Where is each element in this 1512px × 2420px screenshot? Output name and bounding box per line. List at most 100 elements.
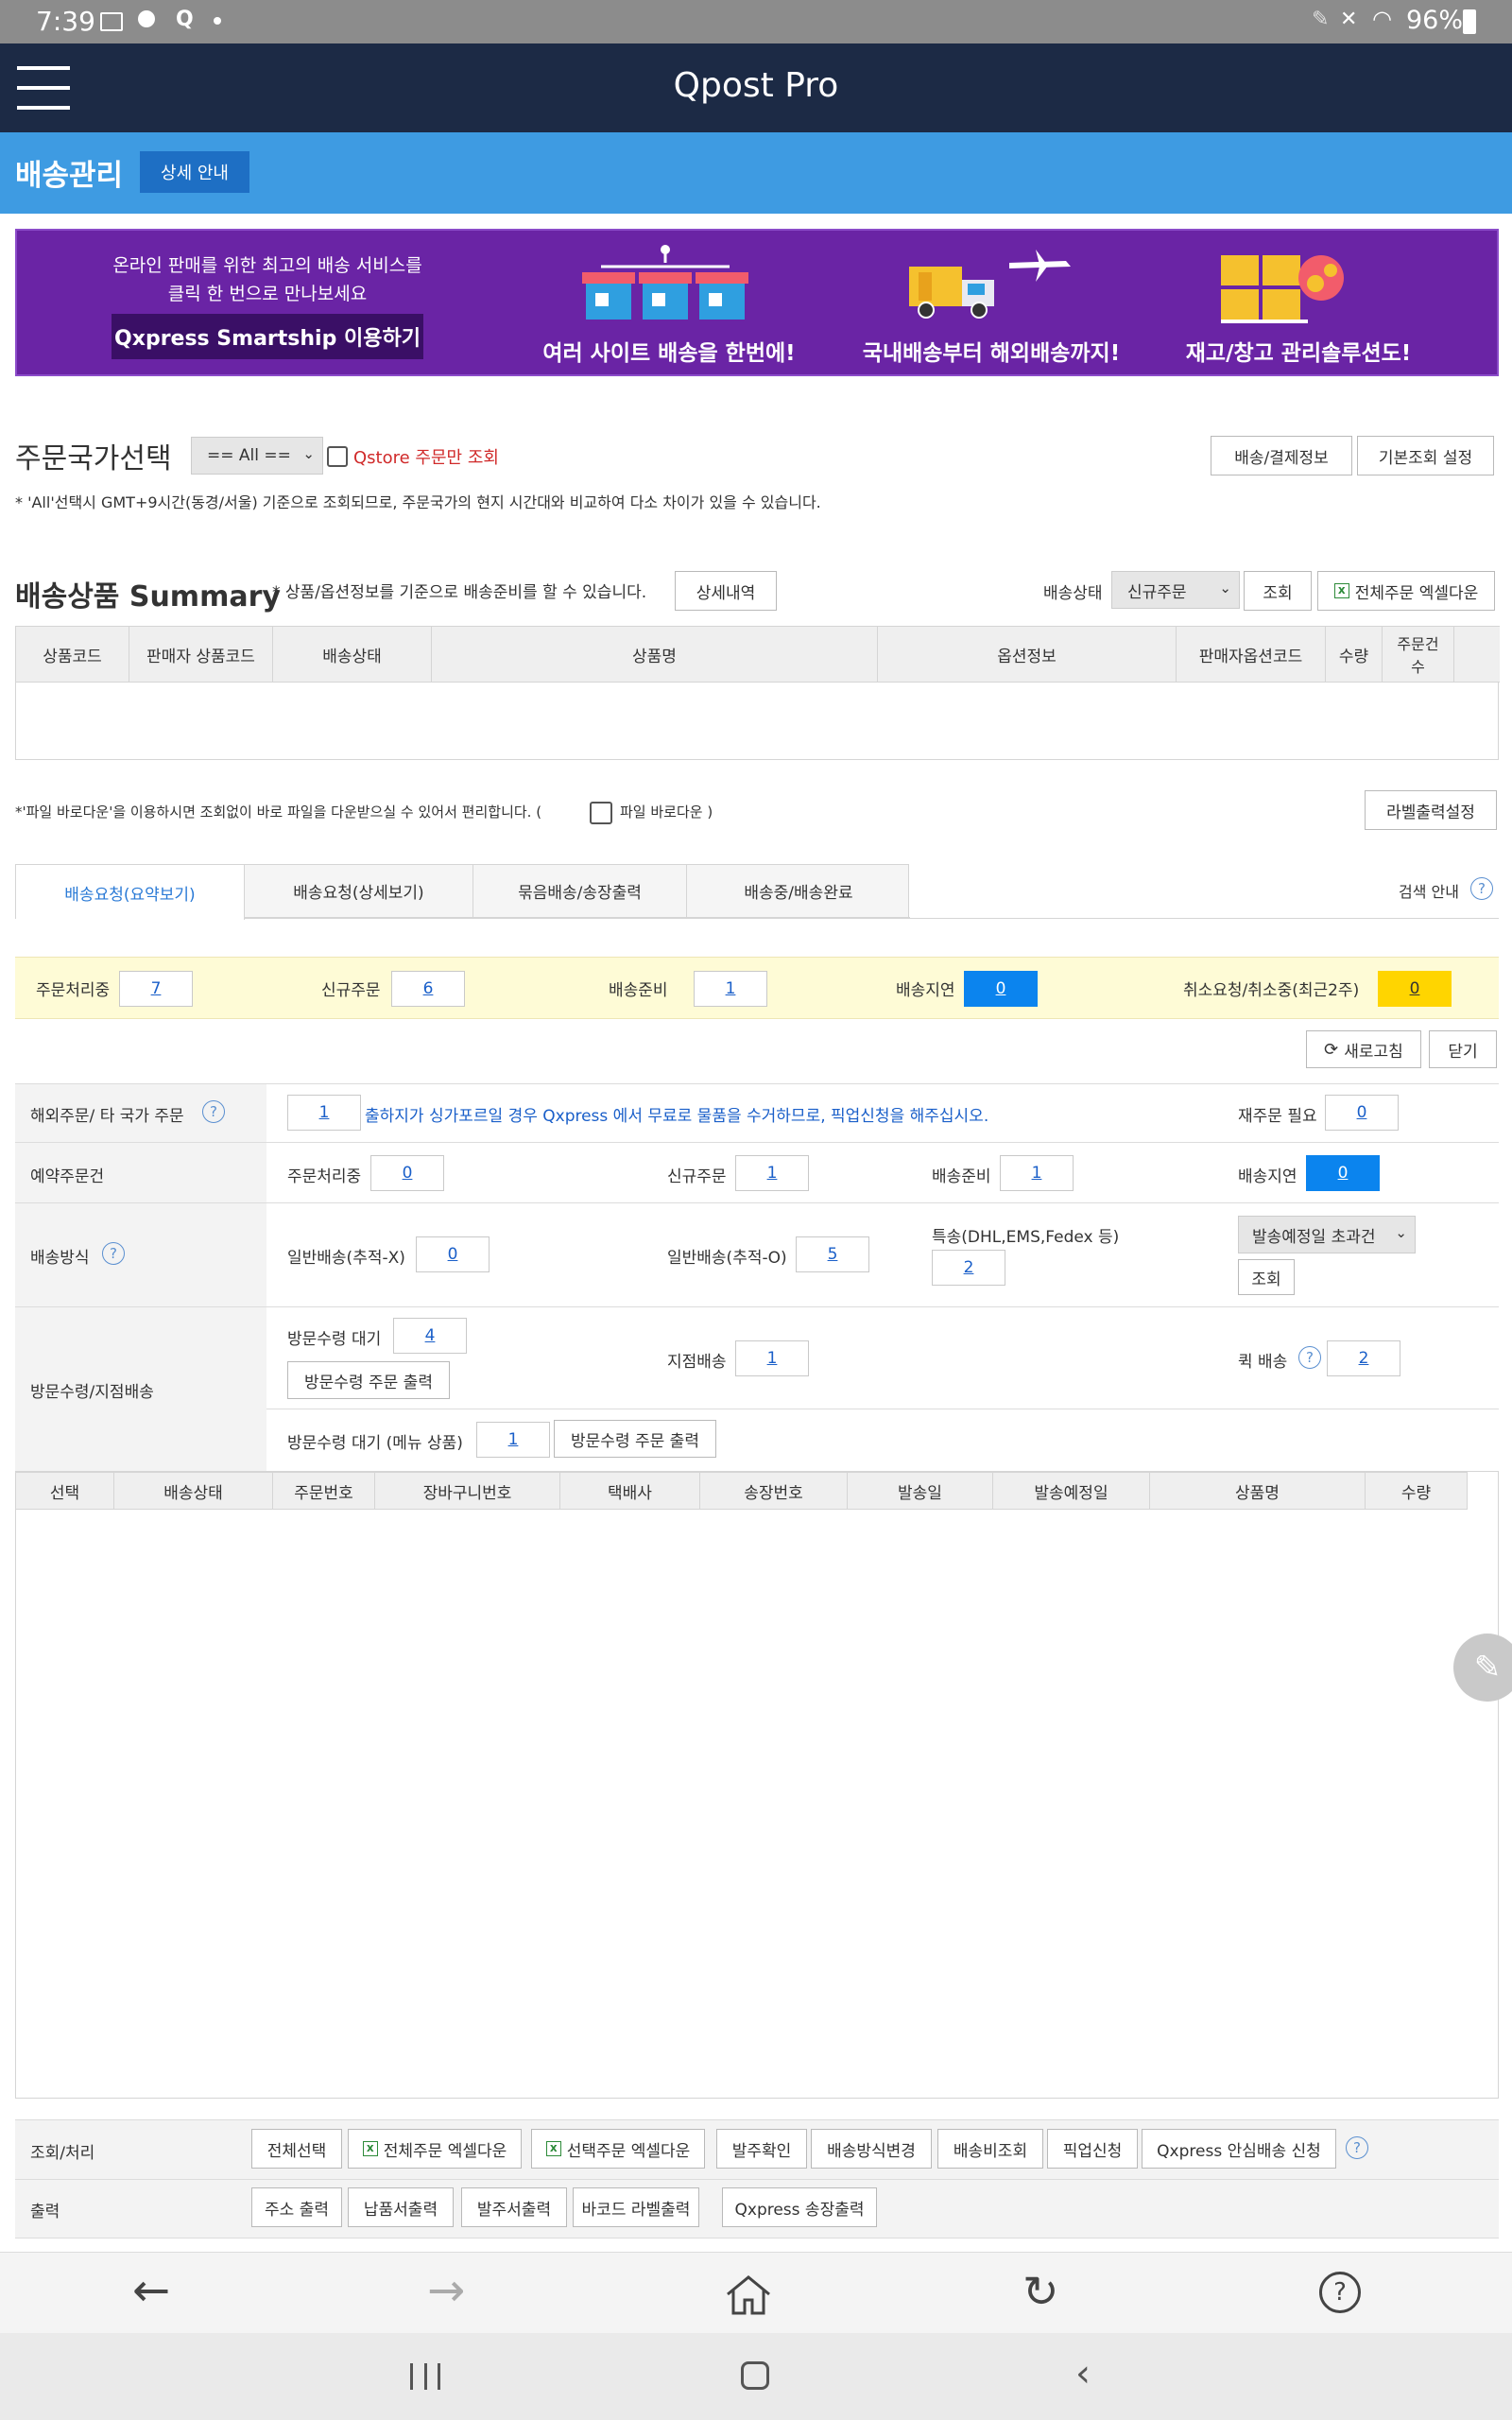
- reserved-ready-count[interactable]: 1: [1000, 1155, 1074, 1191]
- tab-request-detail[interactable]: 배송요청(상세보기): [245, 865, 473, 918]
- tab-request-summary[interactable]: 배송요청(요약보기): [16, 865, 245, 920]
- country-title: 주문국가선택: [15, 442, 172, 475]
- qxpress-invoice-print-button[interactable]: Qxpress 송장출력: [722, 2187, 877, 2227]
- tab-bar: 배송요청(요약보기) 배송요청(상세보기) 묶음배송/송장출력 배송중/배송완료: [15, 864, 910, 920]
- summary-status-select[interactable]: 신규주문 ⌄: [1111, 571, 1240, 609]
- back-arrow-icon[interactable]: ←: [132, 2264, 170, 2317]
- image-icon: [100, 12, 123, 31]
- new-label: 신규주문: [321, 981, 381, 1000]
- home-button-icon[interactable]: [741, 2361, 769, 2390]
- menu-wait-label: 방문수령 대기 (메뉴 상품): [287, 1434, 463, 1453]
- app-title: Qpost Pro: [673, 66, 839, 105]
- help-icon[interactable]: ?: [1346, 2136, 1368, 2159]
- warehouse-icon: [1217, 250, 1359, 325]
- select-all-button[interactable]: 전체선택: [251, 2129, 342, 2169]
- change-method-button[interactable]: 배송방식변경: [811, 2129, 932, 2169]
- reserved-new-label: 신규주문: [667, 1167, 727, 1186]
- status-time: 7:39: [36, 6, 95, 37]
- counts-bar: 주문처리중 7 신규주문 6 배송준비 1 배송지연 0 취소요청/취소중(최근…: [15, 957, 1499, 1019]
- summary-excel-button[interactable]: x 전체주문 엑셀다운: [1317, 571, 1495, 611]
- visit-print-button-2[interactable]: 방문수령 주문 출력: [554, 1420, 716, 1458]
- close-button[interactable]: 닫기: [1429, 1030, 1497, 1068]
- help-icon[interactable]: ?: [1298, 1346, 1321, 1369]
- reserved-new-count[interactable]: 1: [735, 1155, 809, 1191]
- file-download-checkbox[interactable]: [590, 802, 612, 824]
- branch-count[interactable]: 1: [735, 1340, 809, 1376]
- due-date-select[interactable]: 발송예정일 초과건 ⌄: [1238, 1216, 1416, 1253]
- special-count[interactable]: 2: [932, 1250, 1005, 1286]
- order-list: 선택 배송상태 주문번호 장바구니번호 택배사 송장번호 발송일 발송예정일 상…: [15, 1471, 1499, 2099]
- order-confirm-button[interactable]: 발주확인: [716, 2129, 807, 2169]
- tab-shipping-done[interactable]: 배송중/배송완료: [687, 865, 910, 918]
- default-search-settings-button[interactable]: 기본조회 설정: [1357, 436, 1494, 475]
- branch-label: 지점배송: [667, 1353, 727, 1372]
- safe-delivery-button[interactable]: Qxpress 안심배송 신청: [1142, 2129, 1336, 2169]
- barcode-label-print-button[interactable]: 바코드 라벨출력: [573, 2187, 699, 2227]
- edit-fab[interactable]: ✎: [1453, 1634, 1512, 1702]
- selected-orders-excel-button[interactable]: x 선택주문 엑셀다운: [531, 2129, 705, 2169]
- reserved-processing-count[interactable]: 0: [370, 1155, 444, 1191]
- purchase-order-print-button[interactable]: 발주서출력: [461, 2187, 567, 2227]
- normal-o-count[interactable]: 5: [796, 1236, 869, 1272]
- normal-x-count[interactable]: 0: [416, 1236, 490, 1272]
- reorder-count[interactable]: 0: [1325, 1095, 1399, 1131]
- col-seller-code: 판매자 상품코드: [129, 627, 273, 682]
- refresh-button[interactable]: ⟳ 새로고침: [1306, 1030, 1421, 1068]
- reserved-ready-label: 배송준비: [932, 1167, 991, 1186]
- due-search-button[interactable]: 조회: [1238, 1259, 1295, 1295]
- help-icon[interactable]: ?: [202, 1100, 225, 1123]
- overseas-count[interactable]: 1: [287, 1095, 361, 1131]
- special-label: 특송(DHL,EMS,Fedex 등): [932, 1228, 1120, 1247]
- banner-cta-button[interactable]: Qxpress Smartship 이용하기: [112, 314, 423, 359]
- detail-guide-button[interactable]: 상세 안내: [140, 151, 249, 193]
- ready-label: 배송준비: [609, 981, 668, 1000]
- banner-feature-3: 재고/창고 관리솔루션도!: [1185, 341, 1412, 366]
- delivery-note-print-button[interactable]: 납품서출력: [348, 2187, 454, 2227]
- process-label: 조회/처리: [30, 2144, 95, 2163]
- recent-apps-icon[interactable]: [410, 2363, 440, 2390]
- quick-count[interactable]: 2: [1327, 1340, 1400, 1376]
- visit-print-button[interactable]: 방문수령 주문 출력: [287, 1361, 450, 1399]
- summary-search-button[interactable]: 조회: [1244, 571, 1312, 611]
- reload-icon[interactable]: ↻: [1022, 2266, 1059, 2317]
- home-icon[interactable]: [724, 2273, 773, 2315]
- ready-count[interactable]: 1: [694, 971, 767, 1007]
- help-icon[interactable]: ?: [1470, 877, 1493, 900]
- col-cart-no: 장바구니번호: [375, 1473, 560, 1509]
- menu-wait-count[interactable]: 1: [476, 1422, 550, 1458]
- summary-table-header: 상품코드 판매자 상품코드 배송상태 상품명 옵션정보 판매자옵션코드 수량 주…: [16, 626, 1500, 683]
- pen-icon: ✎: [1312, 8, 1330, 31]
- tab-bundle-invoice[interactable]: 묶음배송/송장출력: [473, 865, 687, 918]
- help-circle-icon[interactable]: ?: [1319, 2272, 1361, 2313]
- nav-back-icon[interactable]: ‹: [1075, 2352, 1091, 2395]
- cancel-count[interactable]: 0: [1378, 971, 1452, 1007]
- processing-count[interactable]: 7: [119, 971, 193, 1007]
- pickup-request-button[interactable]: 픽업신청: [1047, 2129, 1138, 2169]
- delayed-count[interactable]: 0: [964, 971, 1038, 1007]
- reserved-delayed-count[interactable]: 0: [1306, 1155, 1380, 1191]
- delayed-label: 배송지연: [896, 981, 955, 1000]
- forward-arrow-icon[interactable]: →: [427, 2264, 465, 2317]
- help-icon[interactable]: ?: [102, 1242, 125, 1265]
- country-select-value: == All ==: [207, 446, 291, 465]
- country-select[interactable]: == All == ⌄: [191, 437, 323, 475]
- shipping-fee-button[interactable]: 배송비조회: [937, 2129, 1043, 2169]
- overseas-message: 출하지가 싱가포르일 경우 Qxpress 에서 무료로 물품을 수거하므로, …: [365, 1107, 989, 1126]
- promo-banner[interactable]: 온라인 판매를 위한 최고의 배송 서비스를 클릭 한 번으로 만나보세요 Qx…: [15, 229, 1499, 376]
- address-print-button[interactable]: 주소 출력: [251, 2187, 342, 2227]
- order-list-header: 선택 배송상태 주문번호 장바구니번호 택배사 송장번호 발송일 발송예정일 상…: [16, 1472, 1468, 1510]
- reserved-processing-label: 주문처리중: [287, 1167, 362, 1186]
- col-courier: 택배사: [560, 1473, 700, 1509]
- overseas-label: 해외주문/ 타 국가 주문: [30, 1107, 184, 1126]
- visit-wait-count[interactable]: 4: [393, 1318, 467, 1354]
- new-count[interactable]: 6: [391, 971, 465, 1007]
- payment-info-button[interactable]: 배송/결제정보: [1211, 436, 1352, 475]
- label-print-settings-button[interactable]: 라벨출력설정: [1365, 790, 1497, 830]
- qstore-checkbox[interactable]: [327, 446, 348, 467]
- page-header: 배송관리 상세 안내: [0, 132, 1512, 214]
- reserved-label: 예약주문건: [30, 1167, 105, 1186]
- summary-detail-button[interactable]: 상세내역: [675, 571, 777, 611]
- all-orders-excel-button[interactable]: x 전체주문 엑셀다운: [348, 2129, 522, 2169]
- summary-title: 배송상품 Summary: [15, 580, 281, 614]
- banner-feature-2: 국내배송부터 해외배송까지!: [862, 341, 1121, 366]
